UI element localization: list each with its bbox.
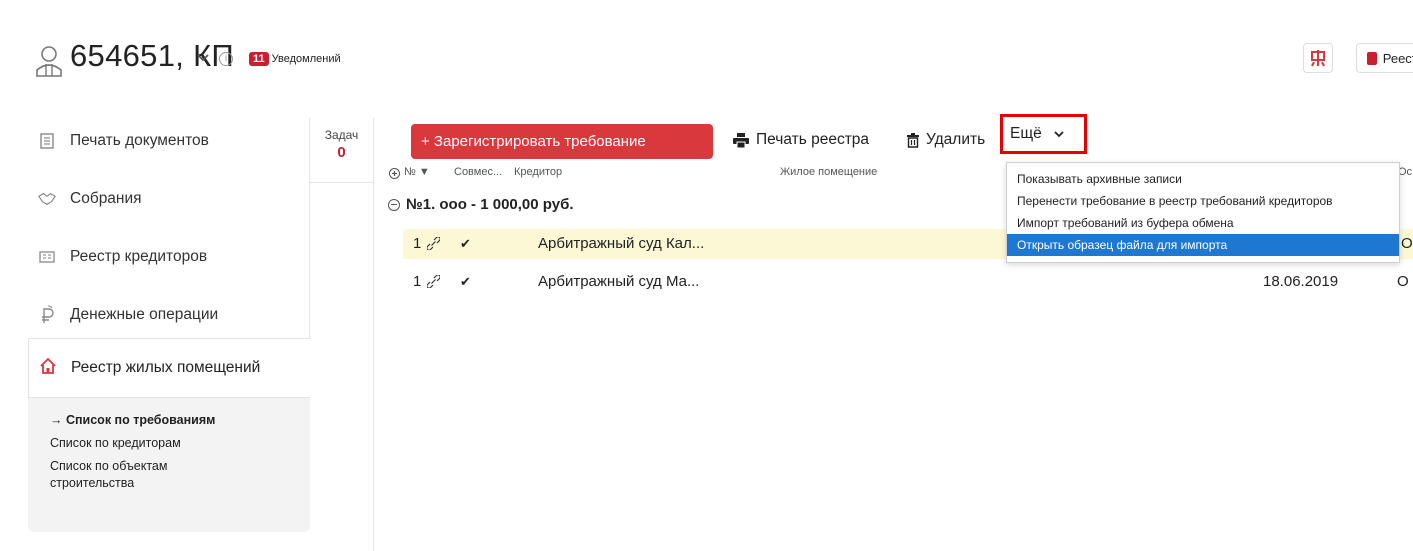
print-registry-label: Печать реестра	[756, 131, 870, 148]
document-icon	[38, 132, 56, 150]
notifications-label: Уведомлений	[271, 53, 341, 65]
tasks-label: Задач	[324, 128, 359, 142]
register-claim-button[interactable]: + Зарегистрировать требование	[411, 124, 713, 159]
printer-icon	[733, 132, 749, 148]
row-num: 1	[413, 235, 422, 252]
page-header: 654651, КП i 11 Уведомлений Реестр	[0, 0, 1413, 100]
notifications-count-badge: 11	[249, 52, 269, 66]
user-icon[interactable]	[34, 44, 64, 78]
content-divider	[373, 118, 374, 551]
group-label: №1. ооо - 1 000,00 руб.	[406, 196, 574, 213]
delete-label: Удалить	[926, 131, 986, 148]
notifications-link[interactable]: 11 Уведомлений	[249, 52, 341, 66]
link-icon[interactable]	[427, 237, 440, 250]
sidebar-item-label: Реестр кредиторов	[70, 248, 208, 265]
group-row[interactable]: №1. ооо - 1 000,00 руб.	[388, 196, 574, 213]
submenu-item-by-objects[interactable]: Список по объектам строительства	[50, 458, 200, 492]
row-creditor: Арбитражный суд Кал...	[538, 235, 705, 252]
sidebar: Печать документов Собрания Реестр кредит…	[28, 112, 310, 344]
more-menu-button[interactable]: Ещё	[1000, 114, 1087, 154]
menu-item-import-from-clipboard[interactable]: Импорт требований из буфера обмена	[1007, 212, 1399, 234]
trash-icon	[907, 132, 919, 148]
tasks-divider	[310, 182, 373, 183]
more-dropdown-menu: Показывать архивные записи Перенести тре…	[1006, 162, 1400, 263]
tasks-count: 0	[337, 144, 346, 161]
row-num: 1	[413, 273, 422, 290]
row-date: 18.06.2019	[1263, 273, 1339, 290]
column-header-num[interactable]: № ▼	[404, 166, 430, 178]
home-icon	[39, 357, 57, 380]
row-last: О	[1401, 235, 1413, 252]
delete-button[interactable]: Удалить	[907, 131, 985, 149]
menu-item-move-to-creditors-registry[interactable]: Перенести требование в реестр требований…	[1007, 190, 1399, 212]
joint-check-icon: ✔	[460, 236, 471, 251]
menu-item-show-archive[interactable]: Показывать архивные записи	[1007, 168, 1399, 190]
handshake-icon	[38, 190, 56, 208]
sidebar-item-label: Реестр жилых помещений	[71, 359, 261, 376]
sidebar-item-label: Собрания	[70, 190, 142, 207]
row-creditor: Арбитражный суд Ма...	[538, 273, 700, 290]
registry-button[interactable]: Реестр	[1356, 43, 1413, 73]
download-icon	[1367, 51, 1377, 65]
id-card-icon	[38, 248, 56, 266]
tasks-counter[interactable]: Задач 0	[310, 128, 373, 161]
ruble-icon	[38, 305, 56, 324]
link-icon[interactable]	[427, 275, 440, 288]
registry-button-label: Реестр	[1382, 50, 1413, 66]
column-header-premises[interactable]: Жилое помещение	[780, 166, 877, 178]
sidebar-item-print-documents[interactable]: Печать документов	[28, 112, 310, 170]
sidebar-item-housing-registry[interactable]: Реестр жилых помещений	[28, 338, 310, 398]
chevron-down-icon[interactable]	[196, 53, 210, 63]
sidebar-item-creditors-registry[interactable]: Реестр кредиторов	[28, 228, 310, 286]
column-header-joint[interactable]: Совмес...	[454, 166, 502, 178]
sidebar-item-meetings[interactable]: Собрания	[28, 170, 310, 228]
column-header-last[interactable]: Ос	[1398, 166, 1412, 178]
more-label: Ещё	[1010, 125, 1042, 142]
info-icon[interactable]: i	[219, 52, 233, 66]
joint-check-icon: ✔	[460, 274, 471, 289]
table-row[interactable]: 1 ✔ Арбитражный суд Ма... 18.06.2019 О	[403, 267, 1413, 297]
translate-logo-icon[interactable]	[1303, 43, 1333, 73]
submenu-item-by-creditors[interactable]: Список по кредиторам	[50, 435, 290, 452]
column-header-creditor[interactable]: Кредитор	[514, 166, 562, 178]
brand-logo-icon	[1311, 50, 1325, 67]
menu-item-open-import-sample[interactable]: Открыть образец файла для импорта	[1007, 234, 1399, 256]
submenu-item-by-claims[interactable]: → Список по требованиям	[50, 412, 290, 429]
print-registry-button[interactable]: Печать реестра	[733, 131, 869, 149]
collapse-icon[interactable]	[388, 198, 400, 211]
sidebar-item-label: Денежные операции	[70, 306, 219, 323]
sidebar-item-label: Печать документов	[70, 132, 209, 149]
sidebar-submenu: → Список по требованиям Список по кредит…	[50, 412, 290, 498]
expand-all-icon[interactable]	[389, 168, 400, 179]
row-last: О	[1397, 273, 1409, 290]
chevron-down-icon	[1054, 131, 1064, 138]
sidebar-item-money-operations[interactable]: Денежные операции	[28, 286, 310, 344]
